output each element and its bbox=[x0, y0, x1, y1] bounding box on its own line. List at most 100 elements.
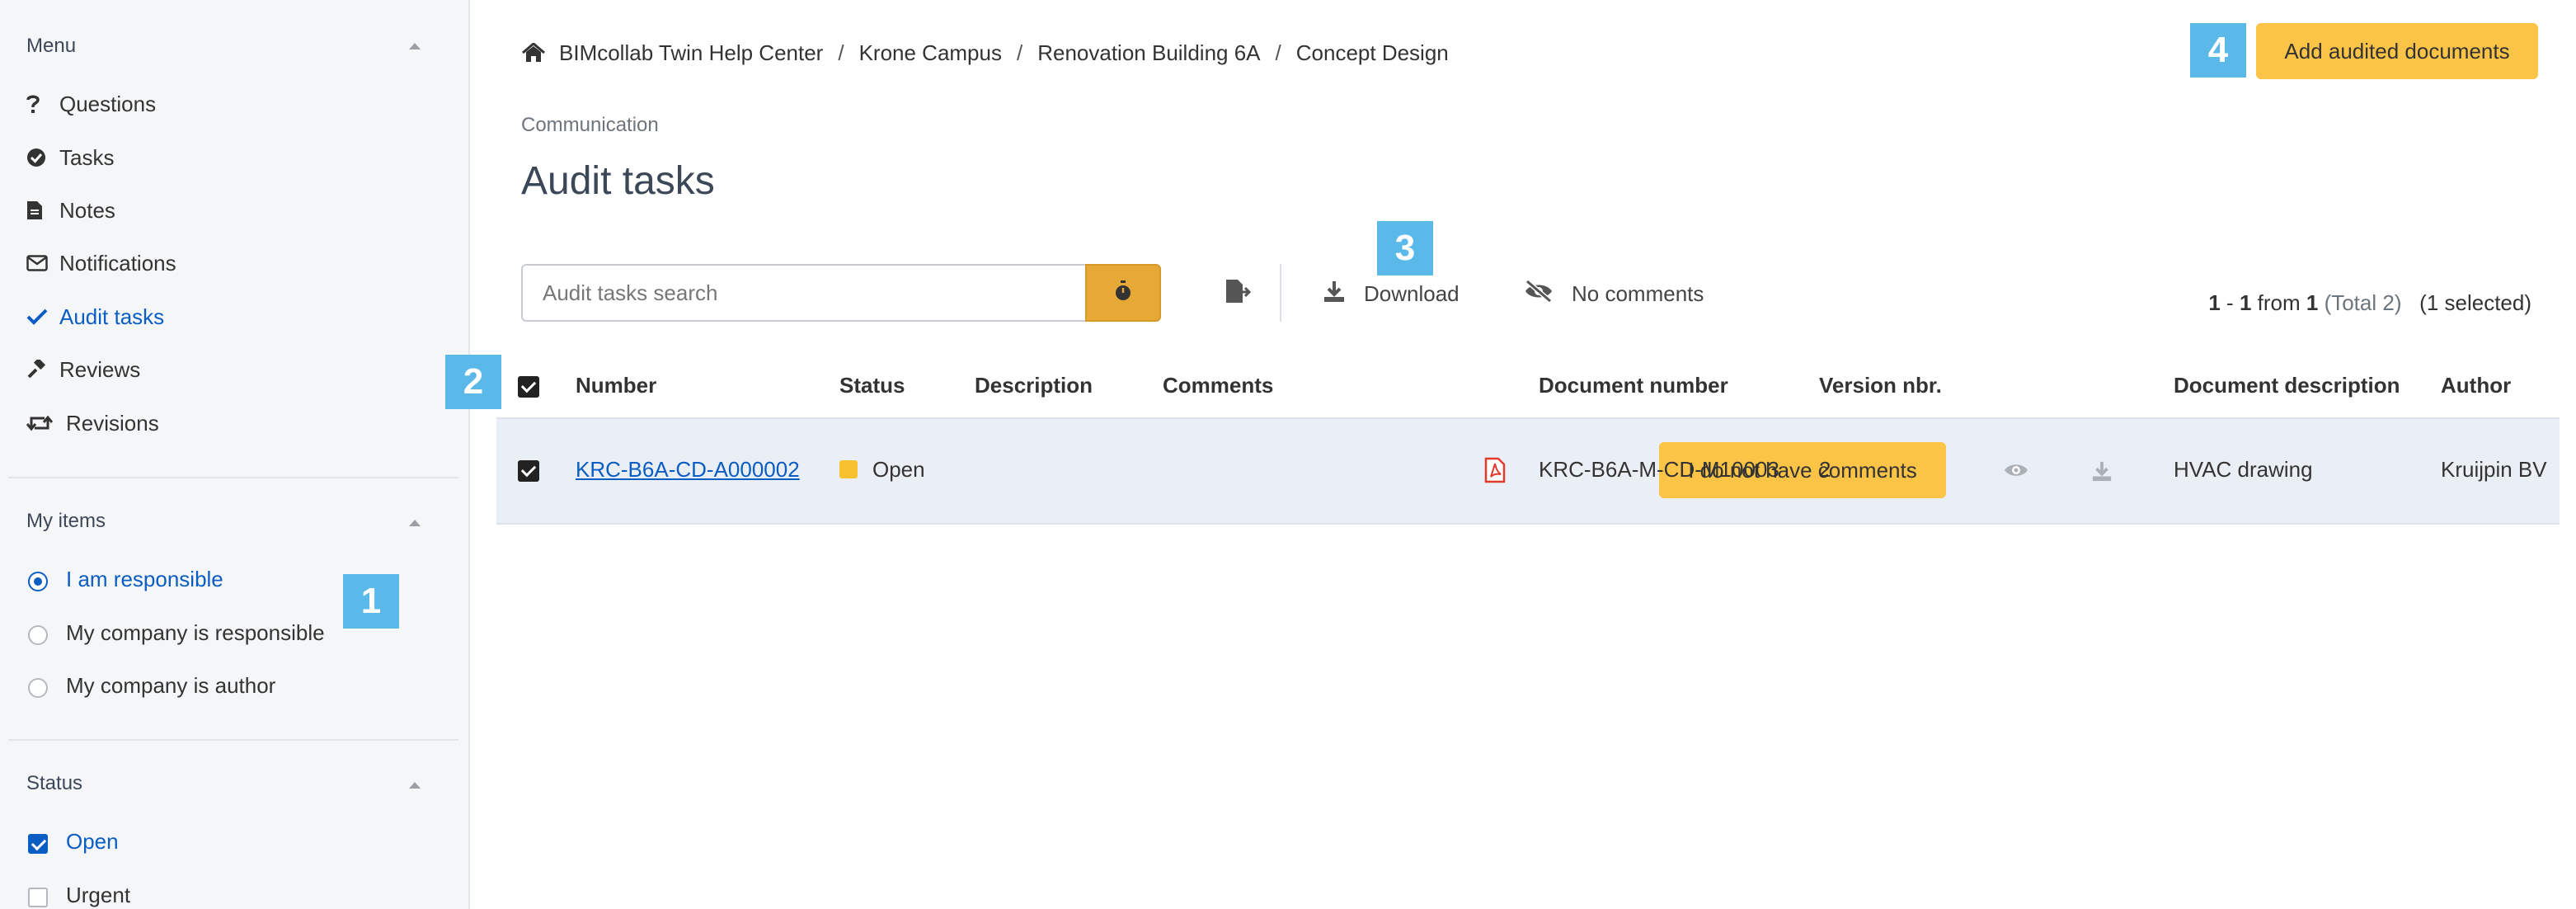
row-select-checkbox[interactable] bbox=[518, 460, 539, 482]
my-items-heading: My items bbox=[26, 510, 106, 532]
range-end: 1 bbox=[2239, 290, 2252, 315]
no-comments-button[interactable]: No comments bbox=[1524, 276, 1704, 312]
checkbox[interactable] bbox=[28, 888, 48, 907]
annotation-badge-3: 3 bbox=[1377, 221, 1433, 276]
check-icon bbox=[26, 308, 51, 326]
range-dash: - bbox=[2220, 290, 2240, 315]
table-row[interactable]: KRC-B6A-CD-A000002 Open I do not have co… bbox=[496, 417, 2560, 525]
section-label: Communication bbox=[521, 114, 659, 136]
export-button[interactable] bbox=[1217, 272, 1260, 313]
search-input[interactable] bbox=[521, 264, 1087, 322]
download-icon[interactable] bbox=[2091, 460, 2113, 486]
sidebar-item-label: Revisions bbox=[66, 410, 159, 436]
envelope-icon bbox=[26, 255, 51, 271]
sidebar-item-label: Tasks bbox=[59, 144, 115, 170]
sidebar-item-questions[interactable]: Questions bbox=[26, 87, 156, 120]
breadcrumb-item[interactable]: BIMcollab Twin Help Center bbox=[559, 40, 823, 66]
add-audited-documents-button[interactable]: Add audited documents bbox=[2256, 23, 2538, 79]
select-all-checkbox[interactable] bbox=[518, 376, 539, 398]
sidebar-item-label: Notes bbox=[59, 197, 115, 223]
radio-my-company-responsible[interactable]: My company is responsible bbox=[28, 616, 325, 649]
download-button[interactable]: Download bbox=[1323, 276, 1460, 312]
author-cell: Kruijpin BV bbox=[2441, 457, 2547, 482]
radio-label: My company is responsible bbox=[66, 619, 325, 645]
status-filter-urgent[interactable]: Urgent bbox=[28, 878, 130, 909]
sidebar-item-notes[interactable]: Notes bbox=[26, 194, 115, 227]
total-text: (Total 2) bbox=[2324, 290, 2402, 315]
file-icon bbox=[26, 200, 51, 220]
sidebar-item-tasks[interactable]: Tasks bbox=[26, 141, 114, 174]
audit-task-number-link[interactable]: KRC-B6A-CD-A000002 bbox=[576, 457, 800, 483]
check-circle-icon bbox=[26, 148, 51, 167]
column-header-author[interactable]: Author bbox=[2441, 373, 2511, 398]
annotation-badge-4: 4 bbox=[2190, 23, 2246, 78]
radio-button[interactable] bbox=[28, 678, 48, 698]
breadcrumb-separator: / bbox=[1016, 40, 1023, 65]
checkbox-label: Urgent bbox=[66, 882, 131, 907]
from-text: from bbox=[2251, 290, 2306, 315]
document-number-cell: KRC-B6A-M-CD-M10003 bbox=[1539, 457, 1779, 482]
breadcrumb-separator: / bbox=[1275, 40, 1281, 65]
radio-label: I am responsible bbox=[66, 566, 223, 591]
breadcrumb-separator: / bbox=[838, 40, 844, 65]
status-cell: Open bbox=[839, 457, 925, 483]
version-cell: 2 bbox=[1819, 457, 1831, 482]
annotation-badge-1: 1 bbox=[343, 574, 399, 629]
breadcrumb: BIMcollab Twin Help Center / Krone Campu… bbox=[521, 38, 1449, 68]
breadcrumb-item[interactable]: Concept Design bbox=[1296, 40, 1449, 66]
sidebar-item-audit-tasks[interactable]: Audit tasks bbox=[26, 300, 164, 333]
radio-button-selected[interactable] bbox=[28, 572, 48, 591]
sidebar-item-label: Notifications bbox=[59, 250, 176, 276]
status-indicator bbox=[839, 460, 858, 478]
sidebar-item-label: Reviews bbox=[59, 356, 141, 382]
menu-heading: Menu bbox=[26, 35, 77, 57]
download-icon bbox=[1323, 280, 1364, 308]
pdf-icon[interactable] bbox=[1484, 457, 1506, 487]
radio-label: My company is author bbox=[66, 672, 276, 698]
column-header-description[interactable]: Description bbox=[975, 373, 1093, 398]
no-comments-label: No comments bbox=[1572, 280, 1704, 306]
eye-icon[interactable] bbox=[2004, 462, 2028, 483]
toolbar-divider bbox=[1280, 264, 1281, 322]
status-filter-open[interactable]: Open bbox=[28, 825, 119, 858]
pagination-summary: 1 - 1 from 1 (Total 2) (1 selected) bbox=[2208, 290, 2531, 316]
column-header-comments[interactable]: Comments bbox=[1163, 373, 1273, 398]
my-items-collapse-icon[interactable] bbox=[409, 520, 421, 526]
sidebar: Menu Questions Tasks Notes Notifications… bbox=[0, 0, 470, 909]
status-label: Open bbox=[872, 457, 925, 482]
column-header-document-number[interactable]: Document number bbox=[1539, 373, 1728, 398]
range-start: 1 bbox=[2208, 290, 2221, 315]
column-header-status[interactable]: Status bbox=[839, 373, 905, 398]
column-header-version[interactable]: Version nbr. bbox=[1819, 373, 1942, 398]
page-title: Audit tasks bbox=[521, 159, 715, 203]
sidebar-item-label: Questions bbox=[59, 91, 157, 116]
status-collapse-icon[interactable] bbox=[409, 782, 421, 789]
sidebar-item-label: Audit tasks bbox=[59, 304, 165, 329]
sidebar-divider bbox=[8, 739, 458, 741]
checkbox-checked[interactable] bbox=[28, 834, 48, 854]
column-header-number[interactable]: Number bbox=[576, 373, 656, 398]
radio-i-am-responsible[interactable]: I am responsible bbox=[28, 563, 223, 596]
retweet-icon bbox=[26, 414, 59, 432]
download-label: Download bbox=[1364, 280, 1460, 306]
checkbox-label: Open bbox=[66, 828, 119, 854]
column-header-document-description[interactable]: Document description bbox=[2174, 373, 2400, 398]
search-button[interactable] bbox=[1085, 264, 1161, 322]
radio-my-company-author[interactable]: My company is author bbox=[28, 669, 275, 702]
gavel-icon bbox=[26, 360, 51, 379]
sidebar-item-notifications[interactable]: Notifications bbox=[26, 247, 176, 280]
document-description-cell: HVAC drawing bbox=[2174, 457, 2313, 482]
question-icon bbox=[26, 94, 51, 114]
file-export-icon bbox=[1225, 279, 1252, 308]
stopwatch-icon bbox=[1114, 280, 1132, 306]
total-count: 1 bbox=[2306, 290, 2319, 315]
home-icon[interactable] bbox=[521, 43, 546, 63]
breadcrumb-item[interactable]: Krone Campus bbox=[859, 40, 1002, 66]
sidebar-item-revisions[interactable]: Revisions bbox=[26, 407, 159, 440]
sidebar-item-reviews[interactable]: Reviews bbox=[26, 353, 140, 386]
breadcrumb-item[interactable]: Renovation Building 6A bbox=[1037, 40, 1260, 66]
radio-button[interactable] bbox=[28, 625, 48, 645]
selected-count: (1 selected) bbox=[2419, 290, 2531, 315]
annotation-badge-2: 2 bbox=[445, 355, 501, 409]
menu-collapse-icon[interactable] bbox=[409, 43, 421, 49]
